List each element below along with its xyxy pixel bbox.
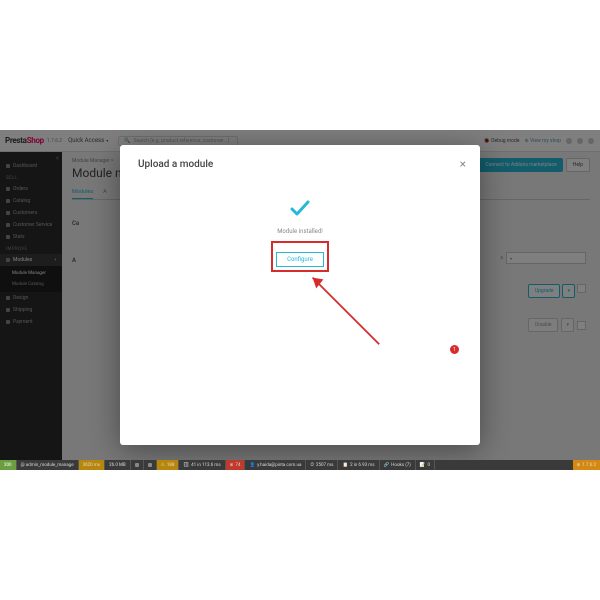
- configure-highlight: Configure: [271, 241, 329, 272]
- checkmark-icon: [288, 196, 312, 220]
- debug-route[interactable]: @ admin_module_manage: [17, 460, 79, 470]
- debug-toolbar: 200 @ admin_module_manage 3620 ms 26.0 M…: [0, 460, 600, 470]
- debug-hooks[interactable]: 🔗 Hooks (7): [380, 460, 416, 470]
- debug-t4[interactable]: 📋 2 in 6.93 ms: [338, 460, 379, 470]
- debug-user[interactable]: 👤 y.haida@pinta.com.ua: [245, 460, 306, 470]
- debug-logs[interactable]: 📝 0: [416, 460, 435, 470]
- annotation-arrow: [300, 265, 390, 355]
- debug-memory[interactable]: 26.0 MB: [105, 460, 131, 470]
- debug-time[interactable]: 3620 ms: [79, 460, 106, 470]
- close-icon[interactable]: ×: [460, 157, 466, 171]
- app-window: PrestaShop 1.7.6.2 Quick Access ▾ 🔍Searc…: [0, 130, 600, 470]
- debug-queries[interactable]: ⚠ 188: [157, 460, 180, 470]
- upload-module-modal: Upload a module × Module installed! Conf…: [120, 145, 480, 445]
- annotation-marker: 1: [450, 345, 459, 354]
- debug-twig-icon[interactable]: [144, 460, 157, 470]
- configure-button[interactable]: Configure: [276, 252, 324, 267]
- modal-message: Module installed!: [277, 228, 323, 235]
- debug-db-time[interactable]: 🗄 41 in 113.6 ms: [179, 460, 225, 470]
- debug-status-code[interactable]: 200: [0, 460, 17, 470]
- debug-t3[interactable]: ⏱ 2507 ms: [306, 460, 338, 470]
- debug-forms-icon[interactable]: [131, 460, 144, 470]
- debug-errors[interactable]: ⊗ 74: [226, 460, 246, 470]
- debug-version[interactable]: ⊕ 1.7.6.2: [573, 460, 600, 470]
- modal-title: Upload a module: [138, 159, 462, 170]
